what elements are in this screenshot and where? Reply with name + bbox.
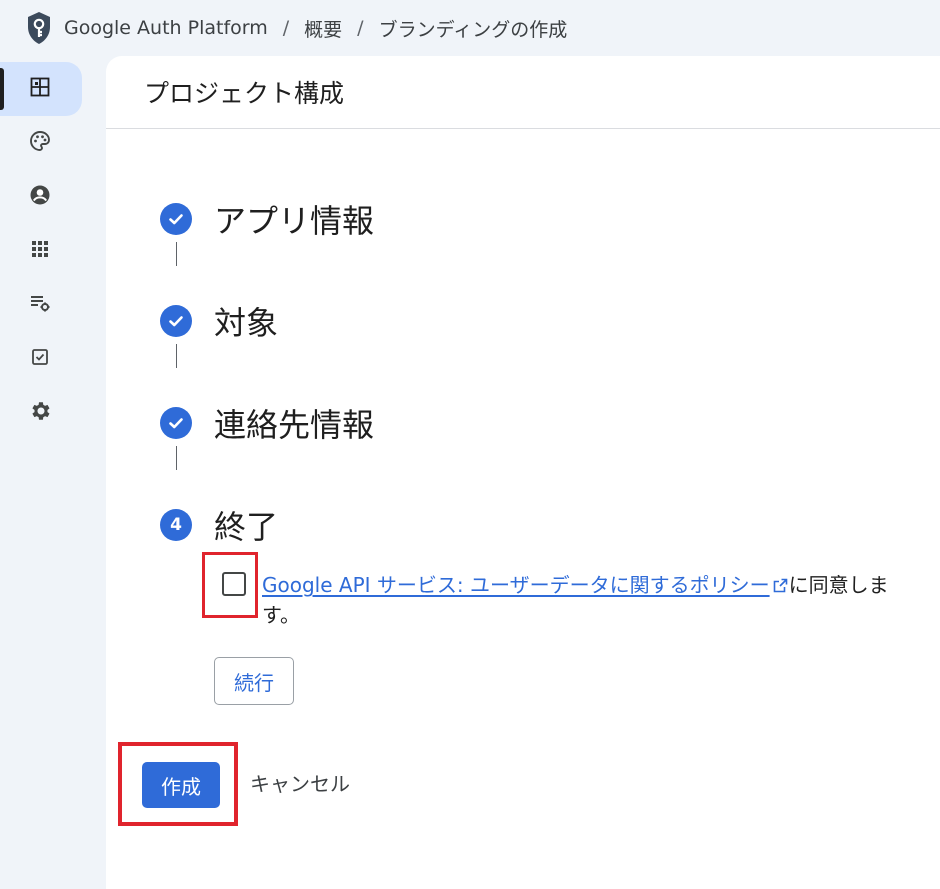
sidebar-item-overview[interactable] — [0, 62, 82, 116]
step-audience[interactable]: 対象 — [160, 298, 278, 344]
step-number: 4 — [170, 515, 182, 535]
step-connector — [176, 344, 177, 368]
check-circle-icon — [160, 203, 192, 235]
page-header: プロジェクト構成 — [106, 56, 940, 129]
policy-consent-checkbox[interactable] — [222, 572, 246, 596]
checkbox-highlight-box — [202, 552, 258, 618]
continue-button[interactable]: 続行 — [214, 657, 294, 705]
sidebar-item-data-access[interactable] — [0, 278, 82, 332]
page-title: プロジェクト構成 — [144, 79, 345, 108]
breadcrumb: Google Auth Platform / 概要 / ブランディングの作成 — [64, 15, 567, 42]
side-nav-rail — [0, 56, 106, 889]
step-app-info[interactable]: アプリ情報 — [160, 196, 374, 242]
breadcrumb-separator: / — [282, 17, 290, 39]
user-data-policy-link[interactable]: Google API サービス: ユーザーデータに関するポリシー — [262, 573, 770, 597]
policy-consent-text: Google API サービス: ユーザーデータに関するポリシー に同意します。 — [262, 570, 912, 630]
auth-platform-shield-icon — [26, 11, 52, 45]
check-box-icon — [28, 345, 52, 373]
step-label: 連絡先情報 — [214, 406, 375, 444]
apps-grid-icon — [28, 237, 52, 265]
sidebar-item-verification[interactable] — [0, 332, 82, 386]
step-number-badge: 4 — [160, 509, 192, 541]
breadcrumb-item-overview[interactable]: 概要 — [304, 15, 342, 42]
create-button[interactable]: 作成 — [142, 762, 220, 808]
step-label: 終了 — [214, 508, 279, 546]
account-circle-icon — [28, 183, 52, 211]
sidebar-item-branding[interactable] — [0, 116, 82, 170]
main-panel: プロジェクト構成 アプリ情報 対象 連絡先情報 4 終了 Google API … — [106, 56, 940, 889]
breadcrumb-item-current: ブランディングの作成 — [378, 18, 568, 41]
sidebar-item-settings[interactable] — [0, 386, 82, 440]
check-circle-icon — [160, 305, 192, 337]
open-in-new-icon[interactable] — [772, 572, 789, 593]
breadcrumb-item-product[interactable]: Google Auth Platform — [64, 17, 268, 39]
step-label: アプリ情報 — [214, 202, 375, 240]
step-connector — [176, 242, 177, 266]
step-connector — [176, 446, 177, 470]
breadcrumb-separator: / — [357, 17, 364, 39]
list-settings-icon — [28, 291, 52, 319]
top-bar: Google Auth Platform / 概要 / ブランディングの作成 — [0, 0, 940, 56]
dashboard-icon — [28, 75, 52, 103]
cancel-button[interactable]: キャンセル — [250, 762, 350, 802]
step-finish: 4 終了 — [160, 502, 278, 548]
step-label: 対象 — [214, 304, 279, 342]
create-highlight-box: 作成 — [118, 742, 238, 826]
step-contact-info[interactable]: 連絡先情報 — [160, 400, 374, 446]
palette-icon — [28, 129, 52, 157]
check-circle-icon — [160, 407, 192, 439]
sidebar-item-clients[interactable] — [0, 224, 82, 278]
gear-icon — [28, 399, 52, 427]
sidebar-item-audience[interactable] — [0, 170, 82, 224]
